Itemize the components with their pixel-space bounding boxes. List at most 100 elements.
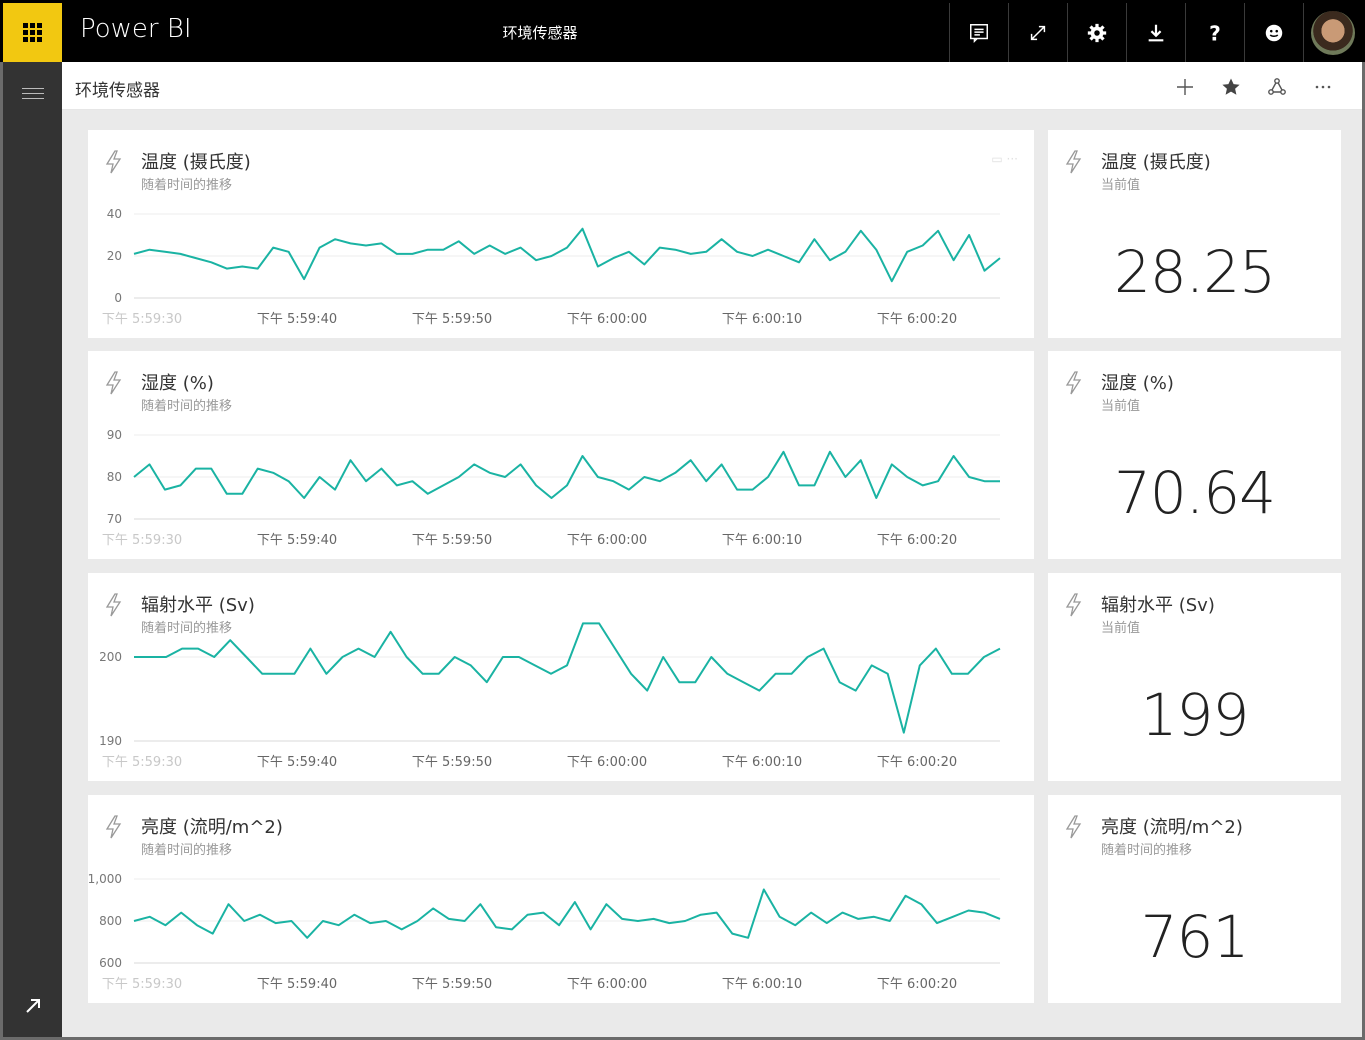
x-tick-label: 下午 5:59:30: [102, 312, 182, 327]
tile-title: 温度 (摄氏度): [1101, 152, 1211, 173]
help-button[interactable]: ?: [1185, 3, 1244, 62]
x-tick-label: 下午 5:59:40: [257, 977, 337, 992]
tile-title: 辐射水平 (Sv): [1101, 595, 1215, 616]
account-button[interactable]: [1303, 3, 1362, 62]
line-chart: 190 200 下午 5:59:30 下午 5:59:40 下午 5:59:50 下午 6…: [99, 622, 1001, 770]
help-icon: ?: [1209, 22, 1221, 44]
x-tick-label: 下午 5:59:30: [102, 533, 182, 548]
tile-title: 湿度 (%): [1101, 373, 1174, 394]
more-options-button[interactable]: [1300, 74, 1346, 100]
share-button[interactable]: [1254, 74, 1300, 100]
streaming-bolt-icon: [1065, 371, 1082, 395]
card-value: 70.64: [1113, 459, 1276, 527]
x-tick-label: 下午 5:59:30: [102, 977, 182, 992]
streaming-bolt-icon: [1065, 150, 1082, 174]
x-tick-label: 下午 6:00:20: [877, 533, 957, 548]
left-nav-rail: [3, 62, 62, 1037]
x-tick-label: 下午 5:59:50: [412, 533, 492, 548]
settings-gear-icon: [1087, 23, 1107, 42]
y-tick-label: 40: [107, 207, 122, 221]
card-value: 28.25: [1113, 238, 1276, 306]
fullscreen-icon: [1030, 25, 1046, 40]
hamburger-menu-icon[interactable]: [22, 88, 44, 103]
card-value: 761: [1140, 903, 1250, 971]
app-launcher-button[interactable]: [3, 3, 62, 62]
x-tick-label: 下午 5:59:50: [412, 977, 492, 992]
streaming-bolt-icon: [1065, 593, 1082, 617]
expand-arrow-icon[interactable]: [24, 997, 42, 1015]
line-chart-tile-brightness[interactable]: 亮度 (流明/m^2) 随着时间的推移 600 800 1,000 下午 5:59:3…: [88, 795, 1034, 1003]
tile-subtitle: 随着时间的推移: [1101, 843, 1193, 858]
card-value: 199: [1140, 681, 1250, 749]
line-chart: 70 80 90 下午 5:59:30 下午 5:59:40 下午 5:59:50 下午 6…: [102, 428, 1000, 548]
y-tick-label: 190: [99, 734, 122, 748]
x-tick-label: 下午 6:00:10: [722, 533, 802, 548]
dashboard-canvas: 温度 (摄氏度) 随着时间的推移 ▭ ··· 0 20 40 下午 5:59:30 下午…: [62, 110, 1362, 1037]
x-tick-label: 下午 6:00:00: [567, 312, 647, 327]
y-tick-label: 800: [99, 914, 122, 928]
series-line: [133, 227, 1001, 283]
y-tick-label: 0: [114, 291, 122, 305]
comment-icon: [970, 23, 988, 43]
x-tick-label: 下午 6:00:00: [567, 755, 647, 770]
line-chart-tile-humidity[interactable]: 湿度 (%) 随着时间的推移 70 80 90 下午 5:59:30 下午 5:59:4…: [88, 351, 1034, 559]
tile-subtitle: 当前值: [1101, 399, 1141, 414]
x-tick-label: 下午 5:59:40: [257, 312, 337, 327]
brand-logo[interactable]: Power BI: [80, 14, 192, 44]
comment-button[interactable]: [949, 3, 1008, 62]
streaming-bolt-icon: [1065, 815, 1082, 839]
x-tick-label: 下午 6:00:10: [722, 977, 802, 992]
line-chart: 600 800 1,000 下午 5:59:30 下午 5:59:40 下午 5:59:5…: [88, 872, 1001, 992]
line-chart-tile-temperature[interactable]: 温度 (摄氏度) 随着时间的推移 ▭ ··· 0 20 40 下午 5:59:30 下午…: [88, 130, 1034, 338]
settings-button[interactable]: [1067, 3, 1126, 62]
x-tick-label: 下午 6:00:20: [877, 755, 957, 770]
card-tile-brightness[interactable]: 亮度 (流明/m^2) 随着时间的推移 761: [1048, 795, 1341, 1003]
dashboard-header: 环境传感器: [62, 62, 1362, 110]
dashboard-title: 环境传感器: [75, 81, 160, 101]
y-tick-label: 600: [99, 956, 122, 970]
x-tick-label: 下午 5:59:30: [102, 755, 182, 770]
top-title: 环境传感器: [502, 24, 578, 42]
card-tile-radiation[interactable]: 辐射水平 (Sv) 当前值 199: [1048, 573, 1341, 781]
svg-text:?: ?: [1209, 22, 1221, 44]
y-tick-label: 200: [99, 650, 122, 664]
line-chart-tile-radiation[interactable]: 辐射水平 (Sv) 随着时间的推移 190 200 下午 5:59:30 下午 5:5…: [88, 573, 1034, 781]
series-line: [133, 888, 1001, 939]
dashboard-actions: [1162, 74, 1346, 100]
y-tick-label: 70: [107, 512, 122, 526]
series-line: [133, 450, 1000, 499]
tile-subtitle: 当前值: [1101, 621, 1141, 636]
ellipsis-icon: [1315, 85, 1331, 89]
x-tick-label: 下午 5:59:50: [412, 755, 492, 770]
share-icon: [1268, 78, 1286, 95]
add-tile-button[interactable]: [1162, 74, 1208, 100]
y-tick-label: 80: [107, 470, 122, 484]
card-tile-temperature[interactable]: 温度 (摄氏度) 当前值 28.25: [1048, 130, 1341, 338]
x-tick-label: 下午 5:59:50: [412, 312, 492, 327]
download-button[interactable]: [1126, 3, 1185, 62]
tile-title: 亮度 (流明/m^2): [1101, 817, 1243, 838]
x-tick-label: 下午 5:59:40: [257, 533, 337, 548]
x-tick-label: 下午 5:59:40: [257, 755, 337, 770]
line-chart: 0 20 40 下午 5:59:30 下午 5:59:40 下午 5:59:50 下午 6:…: [102, 207, 1001, 327]
x-tick-label: 下午 6:00:00: [567, 533, 647, 548]
top-actions: ?: [949, 3, 1362, 62]
plus-icon: [1177, 79, 1193, 95]
feedback-button[interactable]: [1244, 3, 1303, 62]
top-bar: Power BI 环境传感器 ?: [0, 0, 1365, 62]
fullscreen-button[interactable]: [1008, 3, 1067, 62]
favorite-button[interactable]: [1208, 74, 1254, 100]
x-tick-label: 下午 6:00:20: [877, 977, 957, 992]
card-tile-humidity[interactable]: 湿度 (%) 当前值 70.64: [1048, 351, 1341, 559]
x-tick-label: 下午 6:00:20: [877, 312, 957, 327]
x-tick-label: 下午 6:00:10: [722, 755, 802, 770]
y-tick-label: 20: [107, 249, 122, 263]
series-line: [134, 622, 1001, 734]
download-icon: [1148, 24, 1164, 41]
feedback-smiley-icon: [1265, 24, 1283, 41]
waffle-icon: [23, 23, 42, 42]
x-tick-label: 下午 6:00:00: [567, 977, 647, 992]
y-tick-label: 1,000: [88, 872, 122, 886]
tile-subtitle: 当前值: [1101, 178, 1141, 193]
y-tick-label: 90: [107, 428, 122, 442]
